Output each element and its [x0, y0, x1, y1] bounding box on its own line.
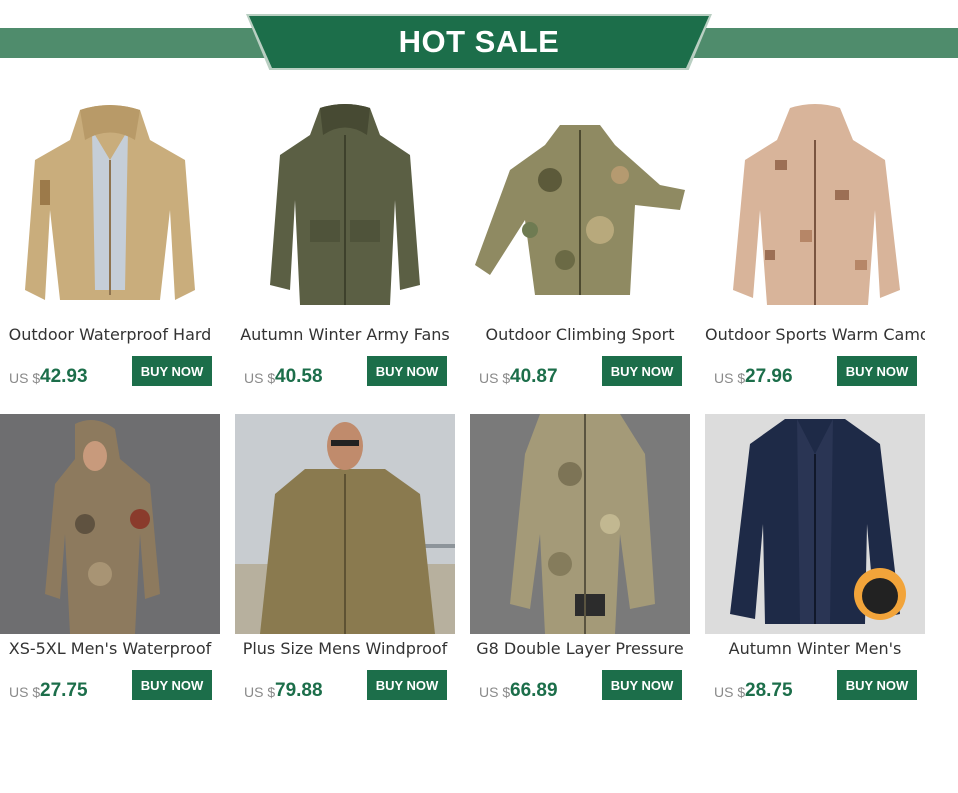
price-amount: 42.93 — [40, 366, 88, 387]
buy-now-button[interactable]: BUY NOW — [837, 670, 917, 700]
product-image-desert-camo-hoodie[interactable] — [705, 100, 925, 320]
product-price: US $ 40.87 — [479, 358, 599, 388]
price-amount: 79.88 — [275, 680, 323, 701]
product-card[interactable]: Outdoor Climbing Sport US $ 40.87 BUY NO… — [470, 100, 690, 400]
buy-now-button[interactable]: BUY NOW — [602, 670, 682, 700]
price-currency: US $ — [9, 684, 41, 700]
buy-now-button[interactable]: BUY NOW — [837, 356, 917, 386]
product-card[interactable]: Autumn Winter Men's US $ 28.75 BUY NOW — [705, 414, 925, 714]
product-price: US $ 79.88 — [244, 672, 364, 702]
product-price: US $ 40.58 — [244, 358, 364, 388]
product-name[interactable]: Autumn Winter Men's — [705, 639, 925, 663]
product-image-model-khaki-jacket-bridge[interactable] — [235, 414, 455, 634]
product-name[interactable]: G8 Double Layer Pressure — [470, 639, 690, 663]
product-image-model-camo-tactical-jacket[interactable] — [470, 414, 690, 634]
product-image-navy-fleece-jacket[interactable] — [705, 414, 925, 634]
product-name[interactable]: Outdoor Climbing Sport — [470, 325, 690, 349]
price-currency: US $ — [714, 370, 746, 386]
banner-title: HOT SALE — [398, 24, 560, 59]
product-name[interactable]: XS-5XL Men's Waterproof — [0, 639, 220, 663]
product-name[interactable]: Outdoor Waterproof Hard — [0, 325, 220, 349]
buy-now-button[interactable]: BUY NOW — [367, 356, 447, 386]
price-amount: 27.96 — [745, 366, 793, 387]
product-price: US $ 28.75 — [714, 672, 834, 702]
product-price: US $ 27.96 — [714, 358, 834, 388]
buy-now-button[interactable]: BUY NOW — [132, 356, 212, 386]
price-amount: 66.89 — [510, 680, 558, 701]
product-card[interactable]: Outdoor Sports Warm Camo US $ 27.96 BUY … — [705, 100, 925, 400]
price-currency: US $ — [9, 370, 41, 386]
product-card[interactable]: G8 Double Layer Pressure US $ 66.89 BUY … — [470, 414, 690, 714]
product-name[interactable]: Outdoor Sports Warm Camo — [705, 325, 925, 349]
price-currency: US $ — [714, 684, 746, 700]
product-card[interactable]: Autumn Winter Army Fans US $ 40.58 BUY N… — [235, 100, 455, 400]
product-price: US $ 66.89 — [479, 672, 599, 702]
price-amount: 40.87 — [510, 366, 558, 387]
price-currency: US $ — [244, 370, 276, 386]
buy-now-button[interactable]: BUY NOW — [132, 670, 212, 700]
product-price: US $ 42.93 — [9, 358, 129, 388]
product-name[interactable]: Plus Size Mens Windproof — [235, 639, 455, 663]
product-card[interactable]: Outdoor Waterproof Hard US $ 42.93 BUY N… — [0, 100, 220, 400]
product-image-camo-softshell-jacket[interactable] — [470, 100, 690, 320]
buy-now-button[interactable]: BUY NOW — [602, 356, 682, 386]
price-currency: US $ — [244, 684, 276, 700]
price-amount: 28.75 — [745, 680, 793, 701]
product-image-army-green-field-jacket[interactable] — [235, 100, 455, 320]
buy-now-button[interactable]: BUY NOW — [367, 670, 447, 700]
product-name[interactable]: Autumn Winter Army Fans — [235, 325, 455, 349]
price-currency: US $ — [479, 370, 511, 386]
price-currency: US $ — [479, 684, 511, 700]
product-image-khaki-hooded-jacket[interactable] — [0, 100, 220, 320]
product-card[interactable]: Plus Size Mens Windproof US $ 79.88 BUY … — [235, 414, 455, 714]
price-amount: 40.58 — [275, 366, 323, 387]
product-image-model-camo-hooded-jacket[interactable] — [0, 414, 220, 634]
product-price: US $ 27.75 — [9, 672, 129, 702]
hot-sale-banner: HOT SALE — [0, 0, 958, 80]
product-card[interactable]: XS-5XL Men's Waterproof US $ 27.75 BUY N… — [0, 414, 220, 714]
price-amount: 27.75 — [40, 680, 88, 701]
